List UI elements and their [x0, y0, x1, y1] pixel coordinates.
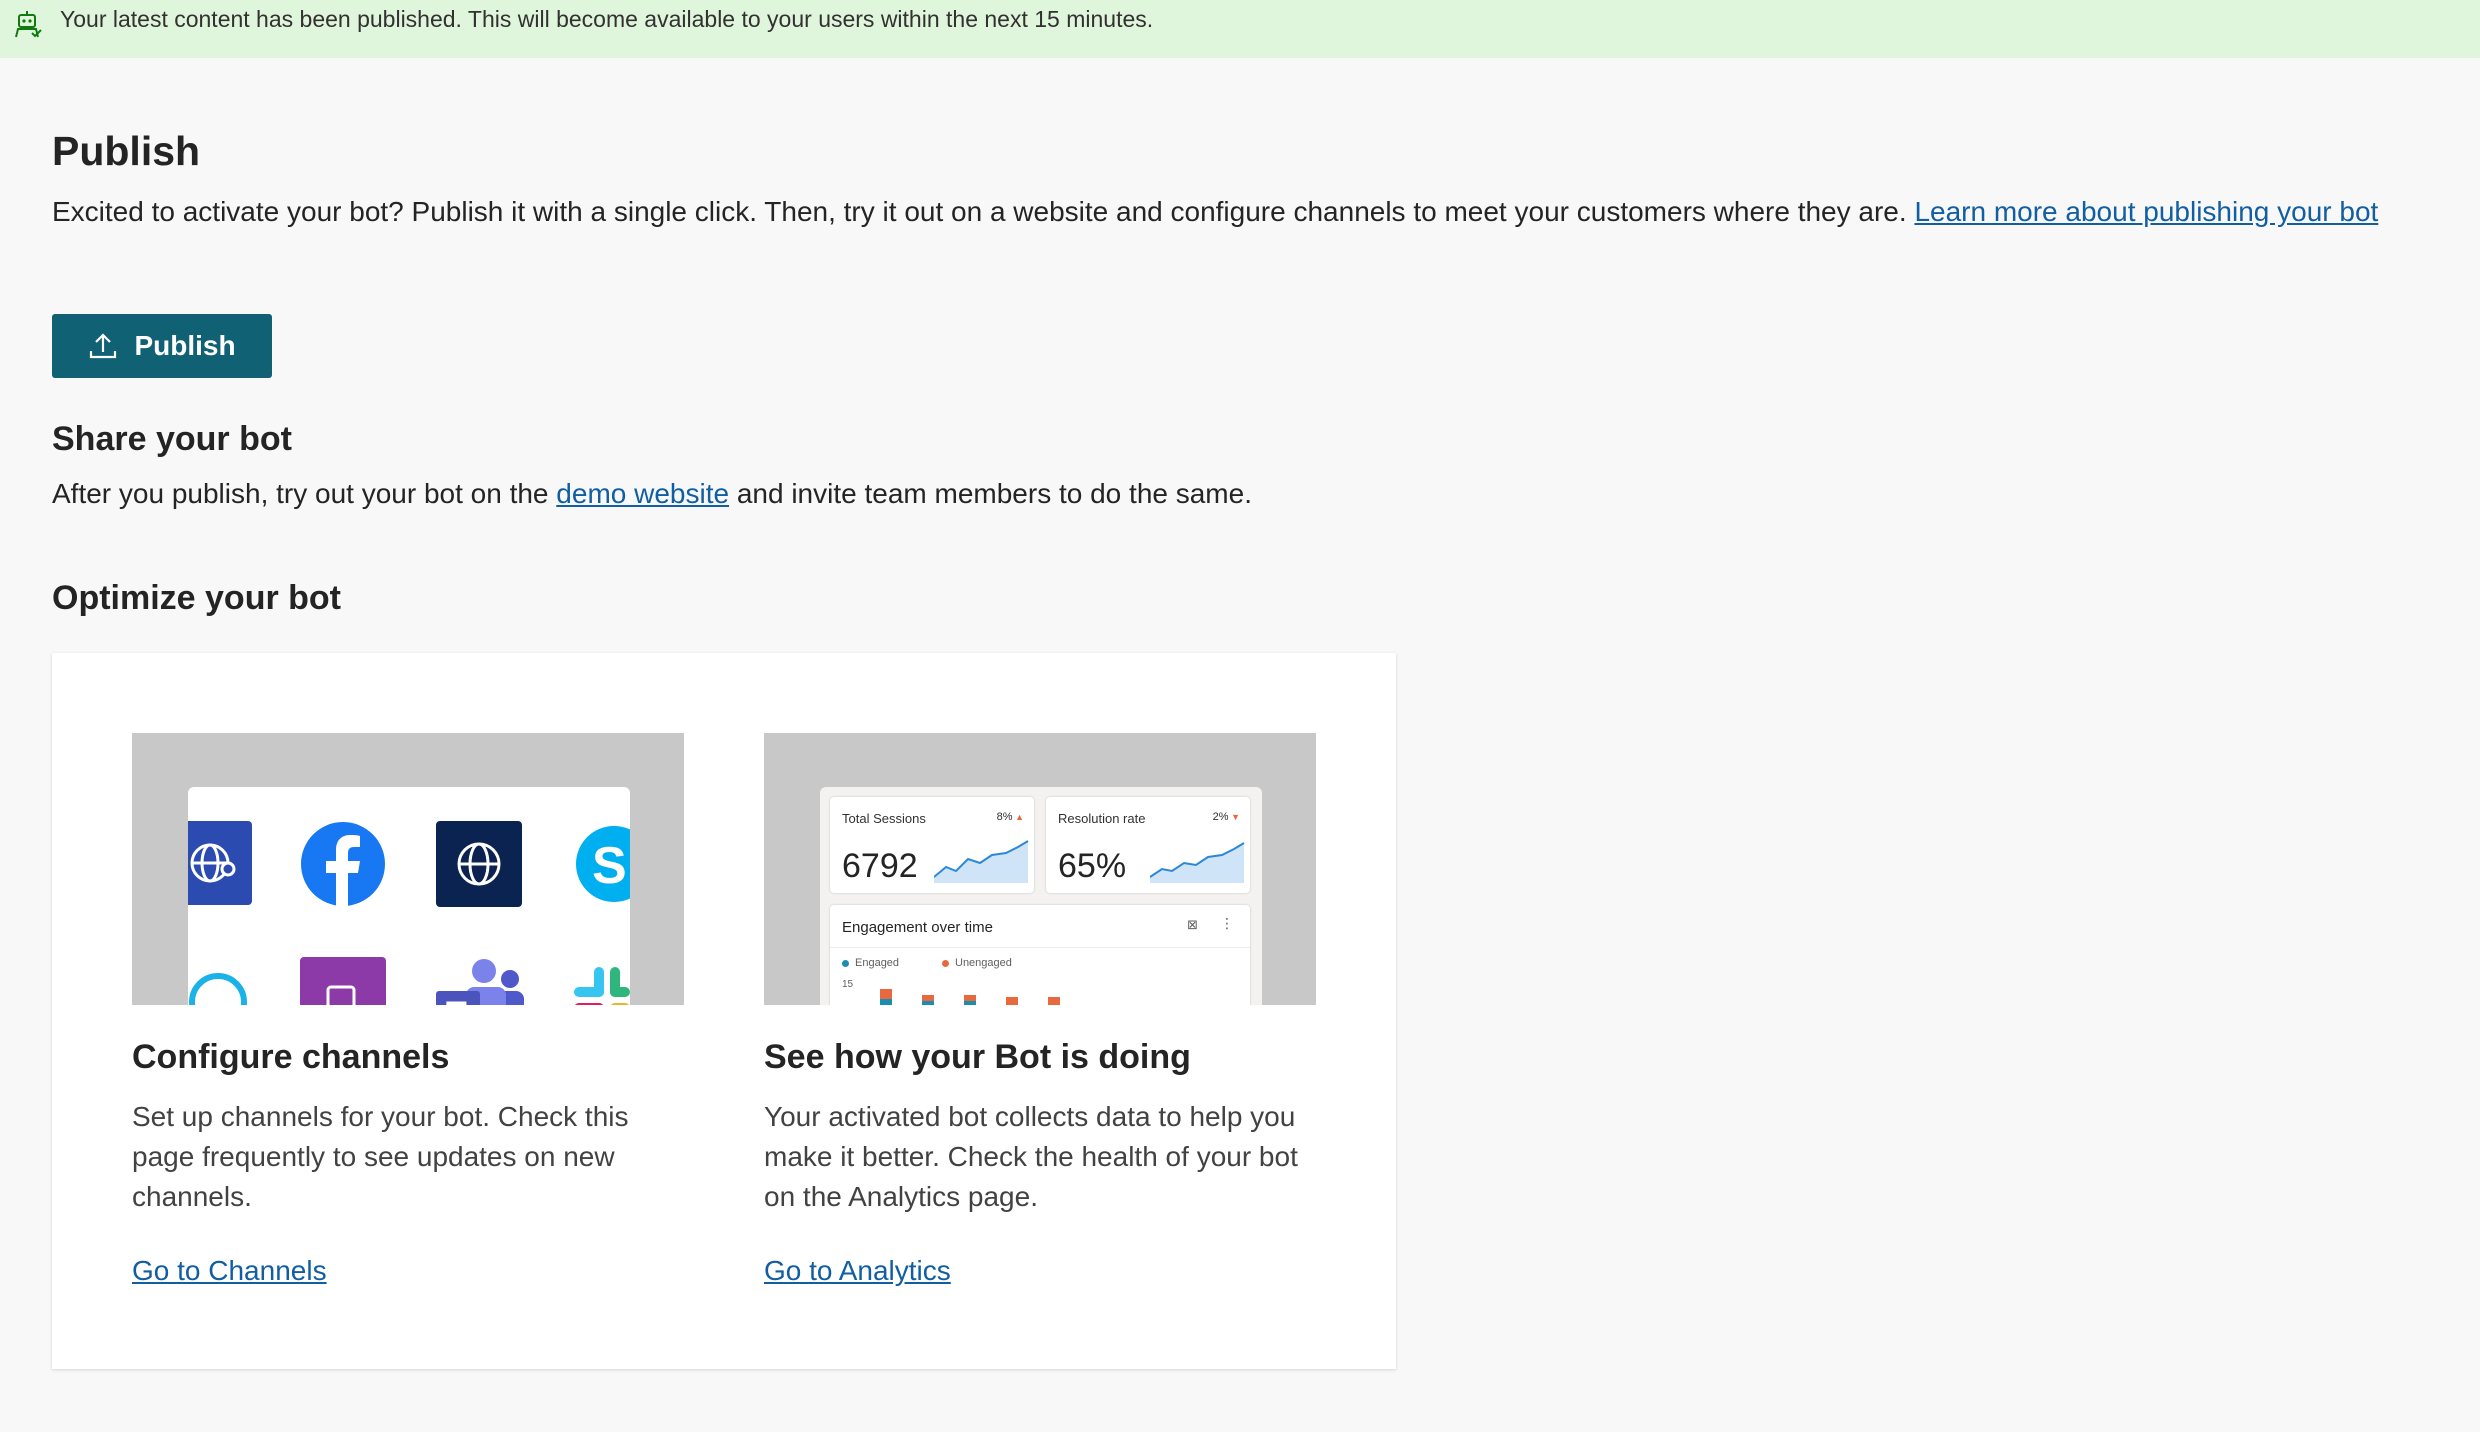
svg-text:S: S: [592, 837, 627, 895]
publish-button[interactable]: Publish: [52, 314, 272, 378]
y-axis-tick: 15: [842, 979, 854, 990]
channels-preview: S T: [188, 787, 630, 1005]
optimize-panel: S T Configure channels Set up channels f…: [52, 653, 1396, 1369]
svg-text:T: T: [446, 995, 467, 1005]
publish-button-label: Publish: [134, 330, 236, 361]
success-banner: Your latest content has been published. …: [0, 0, 2480, 58]
website-icon: [436, 821, 522, 907]
tile-value: 6792: [842, 847, 918, 885]
engaged-dot: [842, 959, 849, 967]
total-sessions-tile: Total Sessions 8% ▲ 6792: [830, 797, 1034, 893]
card-title: Configure channels: [132, 1038, 450, 1076]
sparkline-icon: [934, 840, 1029, 883]
card-description: Your activated bot collects data to help…: [764, 1101, 1298, 1212]
legend-unengaged-label: Unengaged: [955, 957, 1012, 969]
banner-message: Your latest content has been published. …: [60, 6, 1154, 32]
trend-up-icon: ▲: [1012, 812, 1024, 822]
share-text-before: After you publish, try out your bot on t…: [52, 478, 557, 509]
resolution-rate-tile: Resolution rate 2% ▼ 65%: [1046, 797, 1250, 893]
legend-unengaged: Unengaged: [942, 957, 1012, 969]
divider: [830, 947, 1250, 948]
more-options-icon: ⋮: [1220, 915, 1234, 931]
tile-delta: 8% ▲: [997, 811, 1024, 823]
engagement-title: Engagement over time: [842, 919, 993, 936]
engagement-bars: [880, 989, 1060, 1005]
tile-delta-value: 8%: [996, 811, 1013, 823]
tile-value: 65%: [1058, 847, 1127, 885]
legend-engaged-label: Engaged: [855, 957, 900, 969]
sparkline-icon: [1150, 842, 1245, 883]
go-to-channels-link[interactable]: Go to Channels: [132, 1251, 684, 1291]
upload-icon: [90, 333, 117, 359]
analytics-preview: Total Sessions 8% ▲ 6792 Resolution rate…: [820, 787, 1262, 1005]
export-icon: ⊠: [1187, 917, 1198, 932]
publish-intro-text: Excited to activate your bot? Publish it…: [52, 196, 1915, 227]
card-description: Set up channels for your bot. Check this…: [132, 1101, 629, 1212]
skype-icon: S: [576, 826, 630, 902]
analytics-card: Total Sessions 8% ▲ 6792 Resolution rate…: [764, 733, 1316, 1291]
card-title: See how your Bot is doing: [764, 1038, 1191, 1076]
tile-label: Resolution rate: [1058, 811, 1146, 826]
teams-icon: T: [436, 959, 524, 1005]
web-chat-icon: [188, 821, 252, 905]
channels-illustration: S T: [132, 733, 684, 1005]
unengaged-dot: [942, 959, 949, 967]
publish-intro: Excited to activate your bot? Publish it…: [52, 192, 2392, 232]
analytics-illustration: Total Sessions 8% ▲ 6792 Resolution rate…: [764, 733, 1316, 1005]
tile-delta-value: 2%: [1212, 811, 1229, 823]
slack-icon: [574, 967, 630, 1005]
configure-channels-card: S T Configure channels Set up channels f…: [132, 733, 684, 1291]
go-to-analytics-link[interactable]: Go to Analytics: [764, 1251, 1316, 1291]
share-description: After you publish, try out your bot on t…: [52, 474, 1252, 514]
tile-delta: 2% ▼: [1213, 811, 1240, 823]
learn-more-link[interactable]: Learn more about publishing your bot: [1914, 196, 2378, 227]
bot-icon: [15, 11, 42, 38]
app-icon: [300, 957, 386, 1005]
facebook-icon: [301, 822, 385, 907]
page-title: Publish: [52, 128, 201, 174]
trend-down-icon: ▼: [1228, 812, 1240, 822]
optimize-heading: Optimize your bot: [52, 579, 341, 617]
tile-label: Total Sessions: [842, 811, 926, 826]
engagement-tile: Engagement over time ⊠ ⋮ Engaged Unengag…: [830, 905, 1250, 1005]
cortana-icon: [189, 973, 247, 1005]
legend-engaged: Engaged: [842, 957, 899, 969]
demo-website-link[interactable]: demo website: [556, 478, 729, 509]
share-text-after: and invite team members to do the same.: [729, 478, 1252, 509]
share-heading: Share your bot: [52, 420, 292, 458]
